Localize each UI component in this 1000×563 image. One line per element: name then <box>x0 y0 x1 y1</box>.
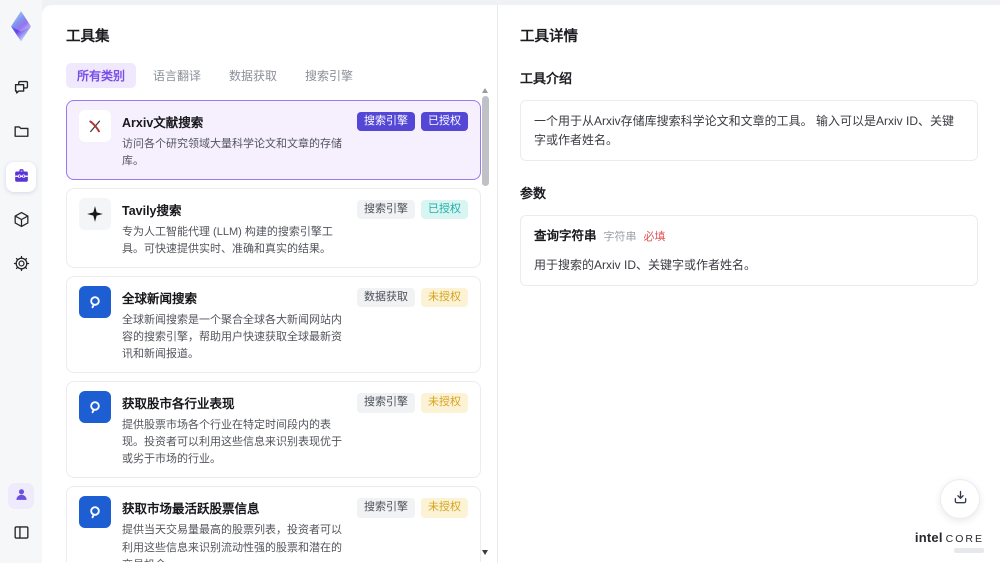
left-rail <box>0 0 42 563</box>
chat-icon <box>12 78 31 100</box>
tool-detail-panel: 工具详情 工具介绍 一个用于从Arxiv存储库搜索科学论文和文章的工具。 输入可… <box>497 5 1000 563</box>
category-badge: 搜索引擎 <box>357 112 415 132</box>
download-icon <box>951 488 970 510</box>
tab-data-fetch[interactable]: 数据获取 <box>218 63 288 88</box>
category-badge: 搜索引擎 <box>357 498 415 518</box>
tool-card-arxiv[interactable]: Arxiv文献搜索 访问各个研究领域大量科学论文和文章的存储库。 搜索引擎 已授… <box>66 100 481 181</box>
download-button[interactable] <box>940 479 980 519</box>
page-title: 工具集 <box>66 29 110 45</box>
sidebar-item-chat[interactable] <box>6 74 36 104</box>
tool-card-sector-performance[interactable]: 获取股市各行业表现 提供股票市场各个行业在特定时间段内的表现。投资者可以利用这些… <box>66 381 481 479</box>
sidebar-item-packages[interactable] <box>6 206 36 236</box>
tool-title: Tavily搜索 <box>122 204 182 219</box>
list-scrollbar[interactable] <box>481 88 490 555</box>
intro-heading: 工具介绍 <box>520 71 573 86</box>
tool-list-panel: 工具集 所有类别 语言翻译 数据获取 搜索引擎 Arxiv文献搜索 访问各个研究… <box>42 5 497 563</box>
news-search-icon <box>79 286 111 319</box>
category-tabs: 所有类别 语言翻译 数据获取 搜索引擎 <box>66 63 497 88</box>
auth-status-badge: 未授权 <box>421 498 468 518</box>
auth-status-badge: 未授权 <box>421 288 468 308</box>
toolbox-icon <box>12 166 31 188</box>
param-required-badge: 必填 <box>643 231 666 244</box>
tool-list: Arxiv文献搜索 访问各个研究领域大量科学论文和文章的存储库。 搜索引擎 已授… <box>66 100 481 562</box>
arxiv-logo-icon <box>79 110 111 142</box>
param-type: 字符串 <box>603 231 637 244</box>
param-name: 查询字符串 <box>534 229 597 244</box>
scroll-down-icon[interactable] <box>482 550 488 555</box>
auth-status-badge: 已授权 <box>421 112 468 132</box>
tab-search-engine[interactable]: 搜索引擎 <box>294 63 364 88</box>
tool-description: 专为人工智能代理 (LLM) 构建的搜索引擎工具。可快速提供实时、准确和真实的结… <box>122 226 333 256</box>
tab-language-translation[interactable]: 语言翻译 <box>142 63 212 88</box>
tool-description: 访问各个研究领域大量科学论文和文章的存储库。 <box>122 138 342 168</box>
tool-card-tavily[interactable]: Tavily搜索 专为人工智能代理 (LLM) 构建的搜索引擎工具。可快速提供实… <box>66 188 481 269</box>
stock-search-icon <box>79 496 111 529</box>
sidebar-item-tools[interactable] <box>6 162 36 192</box>
intro-box: 一个用于从Arxiv存储库搜索科学论文和文章的工具。 输入可以是Arxiv ID… <box>520 100 978 162</box>
params-heading: 参数 <box>520 186 547 202</box>
brand-subtext-bar <box>954 548 984 553</box>
brand-intel: intel <box>914 529 943 545</box>
content-frame: 工具集 所有类别 语言翻译 数据获取 搜索引擎 Arxiv文献搜索 访问各个研究… <box>42 5 1000 563</box>
tool-card-active-stocks[interactable]: 获取市场最活跃股票信息 提供当天交易量最高的股票列表，投资者可以利用这些信息来识… <box>66 486 481 562</box>
tool-description: 提供股票市场各个行业在特定时间段内的表现。投资者可以利用这些信息来识别表现优于或… <box>122 419 342 466</box>
tool-title: Arxiv文献搜索 <box>122 116 204 130</box>
category-badge: 数据获取 <box>357 288 415 308</box>
sidebar-item-files[interactable] <box>6 118 36 148</box>
intel-core-logo: intel CORE <box>914 529 984 553</box>
param-box: 查询字符串 字符串 必填 用于搜索的Arxiv ID、关键字或作者姓名。 <box>520 215 978 287</box>
panel-toggle-icon <box>12 523 31 545</box>
scrollbar-thumb[interactable] <box>482 96 489 186</box>
sidebar-collapse-button[interactable] <box>6 519 36 549</box>
auth-status-badge: 已授权 <box>421 200 468 220</box>
sidebar-item-settings[interactable] <box>6 250 36 280</box>
sidebar-item-account[interactable] <box>8 483 34 509</box>
tool-card-global-news[interactable]: 全球新闻搜索 全球新闻搜索是一个聚合全球各大新闻网站内容的搜索引擎，帮助用户快速… <box>66 276 481 374</box>
folder-icon <box>12 122 31 144</box>
tool-description: 全球新闻搜索是一个聚合全球各大新闻网站内容的搜索引擎，帮助用户快速获取全球最新资… <box>122 314 342 361</box>
package-icon <box>12 210 31 232</box>
gear-icon <box>12 254 31 276</box>
stock-search-icon <box>79 391 111 424</box>
tool-description: 提供当天交易量最高的股票列表，投资者可以利用这些信息来识别流动性强的股票和潜在的… <box>122 524 342 562</box>
tool-title: 获取股市各行业表现 <box>122 397 235 412</box>
brand-core: CORE <box>945 532 984 545</box>
tavily-star-icon <box>79 198 111 231</box>
auth-status-badge: 未授权 <box>421 393 468 413</box>
category-badge: 搜索引擎 <box>357 200 415 220</box>
tool-title: 全球新闻搜索 <box>122 292 198 307</box>
user-icon <box>13 486 30 506</box>
tool-title: 获取市场最活跃股票信息 <box>122 502 260 517</box>
app-logo <box>7 10 35 42</box>
category-badge: 搜索引擎 <box>357 393 415 413</box>
tab-all-categories[interactable]: 所有类别 <box>66 63 137 88</box>
param-description: 用于搜索的Arxiv ID、关键字或作者姓名。 <box>534 257 757 272</box>
detail-title: 工具详情 <box>520 29 578 45</box>
scroll-up-icon[interactable] <box>482 88 488 93</box>
